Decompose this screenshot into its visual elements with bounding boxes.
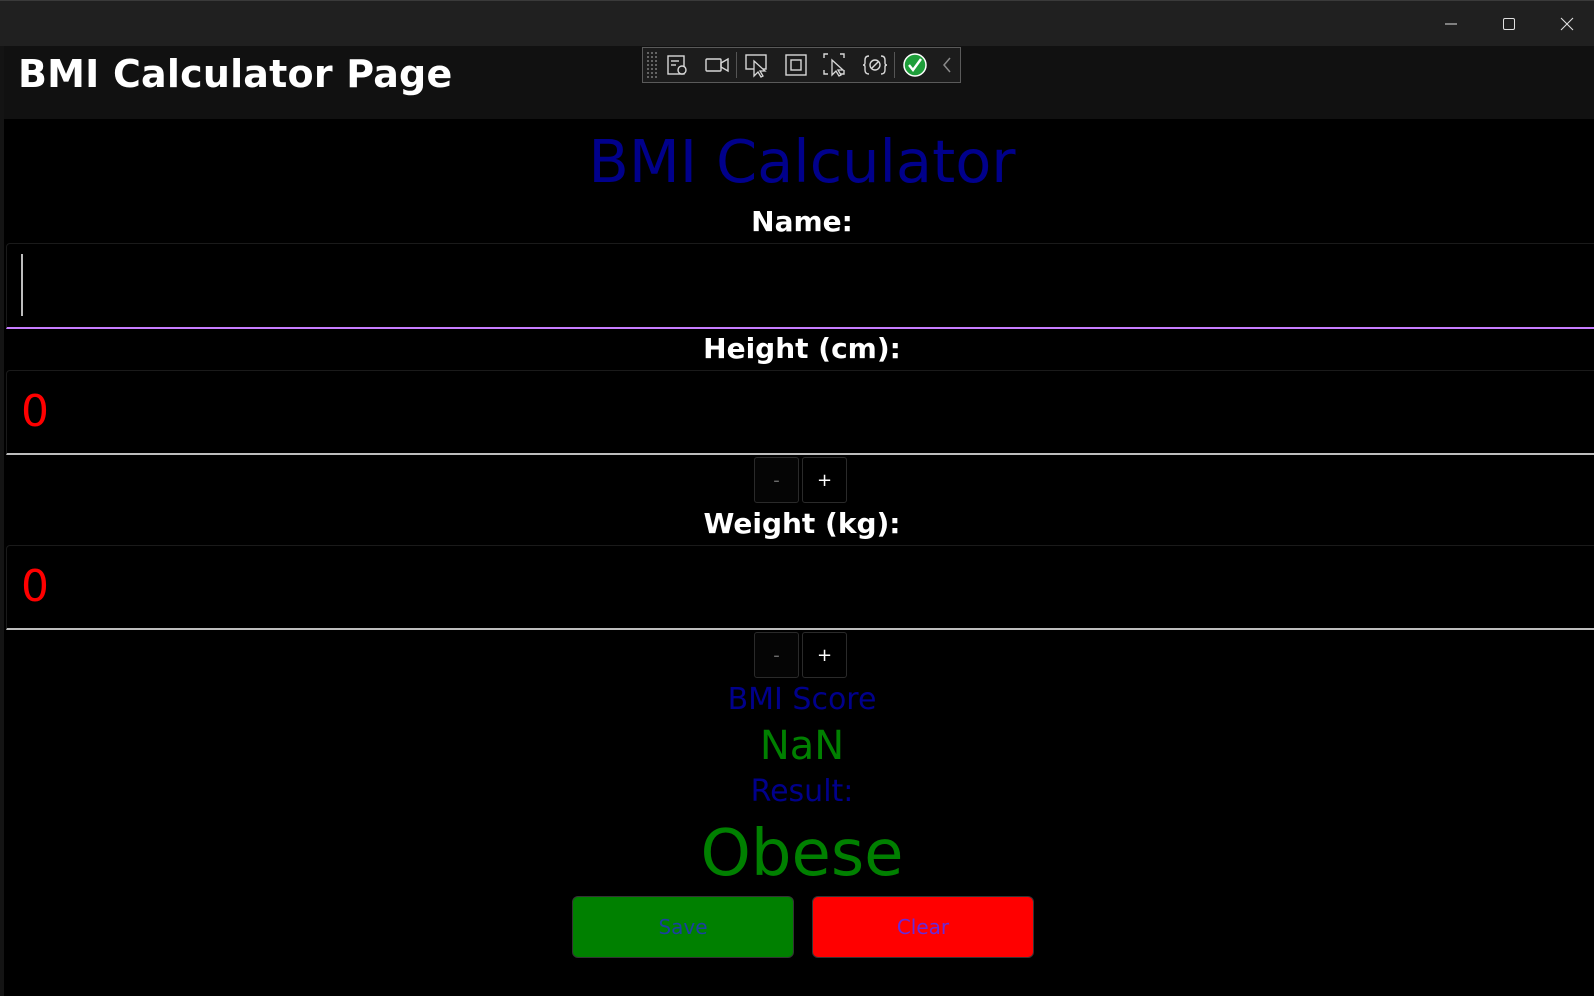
clear-button[interactable]: Clear [812, 896, 1034, 958]
minimize-icon[interactable] [1422, 1, 1480, 47]
live-visual-tree-icon[interactable] [658, 48, 697, 82]
weight-input[interactable]: 0 [6, 545, 1594, 630]
weight-increment-button[interactable]: + [802, 632, 847, 678]
weight-label: Weight (kg): [703, 507, 901, 540]
text-caret [21, 254, 23, 316]
name-label: Name: [751, 205, 853, 238]
maximize-icon[interactable] [1480, 1, 1538, 47]
app-window: BMI Calculator Page BMI Calculator Name:… [0, 0, 1594, 996]
track-focus-icon[interactable] [816, 48, 855, 82]
binding-failures-icon[interactable] [855, 48, 894, 82]
height-stepper: - + [754, 457, 850, 503]
save-button[interactable]: Save [572, 896, 794, 958]
result-value: Obese [700, 817, 904, 891]
height-label: Height (cm): [703, 332, 901, 365]
title-bar [0, 0, 1594, 47]
select-element-icon[interactable] [737, 48, 776, 82]
close-icon[interactable] [1538, 1, 1594, 47]
height-input[interactable]: 0 [6, 370, 1594, 455]
name-input[interactable] [6, 243, 1594, 329]
xaml-hot-reload-ok-icon[interactable] [895, 48, 934, 82]
video-camera-icon[interactable] [697, 48, 736, 82]
calculator-heading: BMI Calculator [588, 127, 1016, 196]
page-title: BMI Calculator Page [18, 52, 453, 96]
save-button-label: Save [658, 915, 708, 939]
clear-button-label: Clear [896, 915, 950, 939]
weight-stepper: - + [754, 632, 850, 678]
height-value: 0 [21, 386, 49, 437]
toolbar-grip-icon[interactable] [646, 51, 658, 79]
bmi-score-value: NaN [759, 723, 845, 769]
height-increment-button[interactable]: + [802, 457, 847, 503]
height-decrement-button[interactable]: - [754, 457, 799, 503]
result-label: Result: [750, 774, 854, 809]
collapse-chevron-icon[interactable] [935, 48, 961, 82]
weight-value: 0 [21, 561, 49, 612]
bmi-score-label: BMI Score [727, 682, 877, 717]
xaml-debug-toolbar [642, 47, 961, 83]
weight-decrement-button[interactable]: - [754, 632, 799, 678]
display-layout-adorners-icon[interactable] [777, 48, 816, 82]
